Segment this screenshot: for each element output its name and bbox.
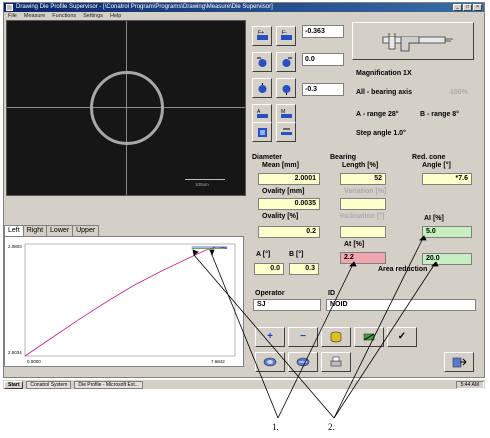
callout-2: 2.	[328, 422, 335, 432]
callout-1: 1.	[272, 422, 279, 432]
callout-lines	[192, 235, 439, 419]
